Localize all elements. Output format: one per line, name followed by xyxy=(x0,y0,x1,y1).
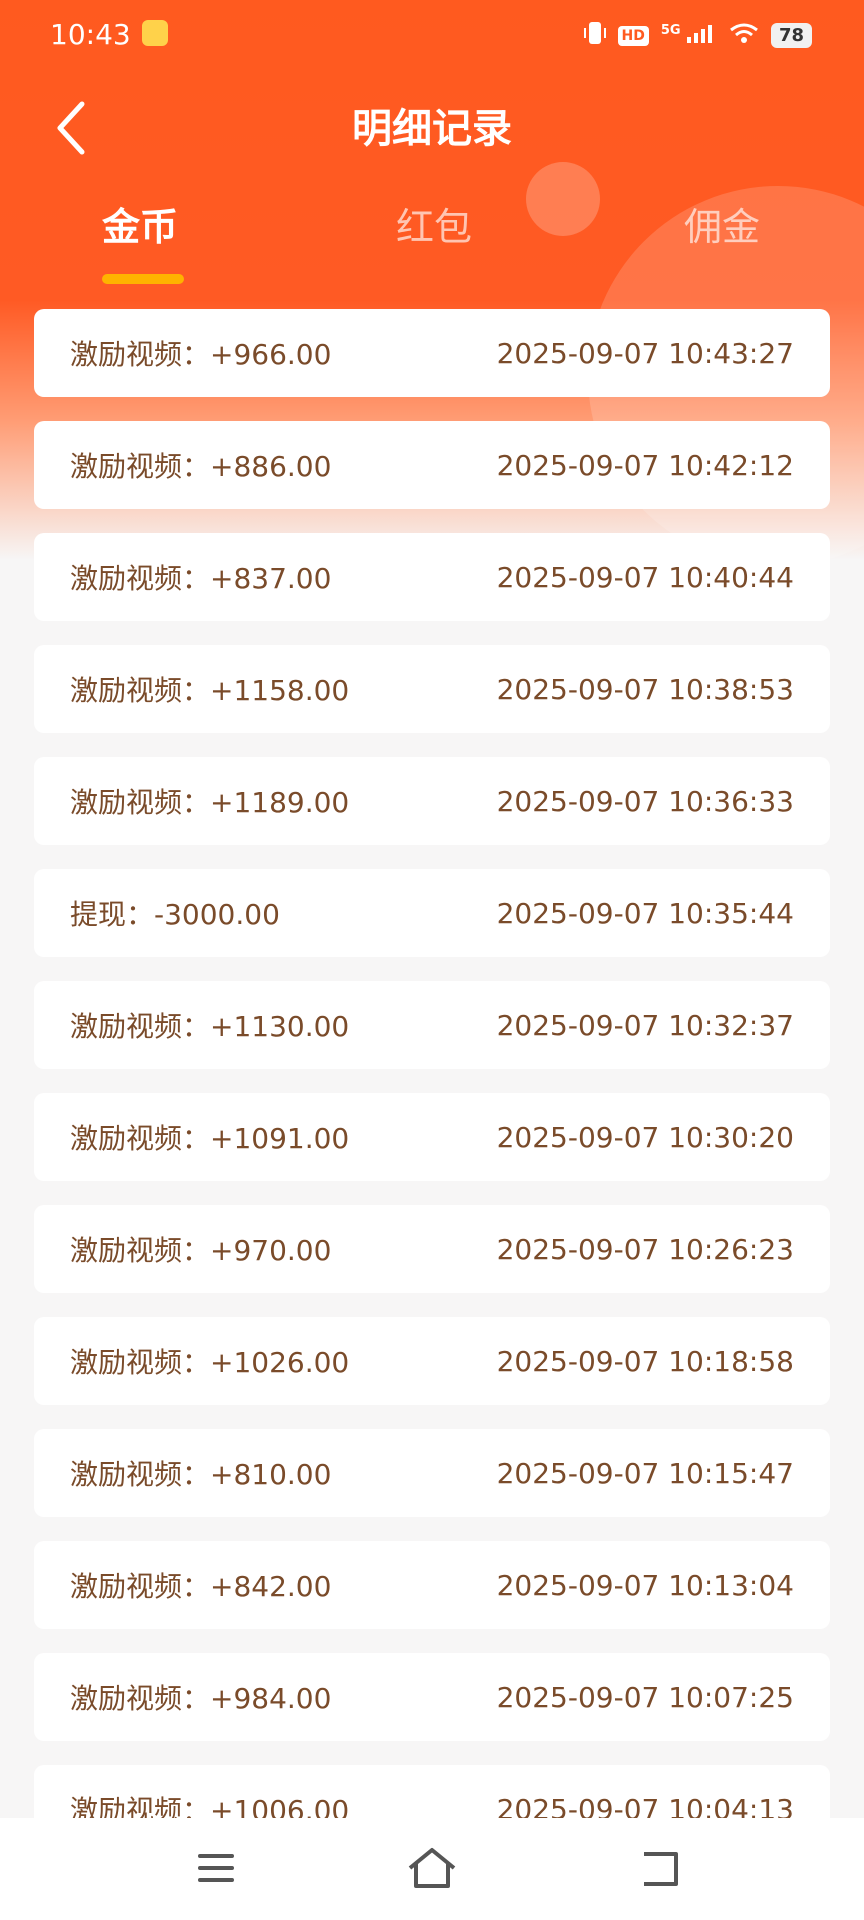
record-label: 激励视频：+1091.00 xyxy=(70,1122,350,1155)
record-label: 激励视频：+970.00 xyxy=(70,1234,332,1267)
record-time: 2025-09-07 10:26:23 xyxy=(496,1232,794,1266)
record-row: 激励视频：+842.00 2025-09-07 10:13:04 xyxy=(34,1541,830,1629)
active-tab-indicator xyxy=(102,274,184,284)
vibrate-icon xyxy=(583,20,606,51)
record-label: 激励视频：+1026.00 xyxy=(70,1346,350,1379)
status-bar: 10:43 HD 5G 78 xyxy=(0,0,864,70)
tab-bar: 金币 红包 佣金 xyxy=(0,196,864,286)
hd-icon: HD xyxy=(617,25,649,46)
return-icon xyxy=(644,1852,678,1886)
record-row: 激励视频：+984.00 2025-09-07 10:07:25 xyxy=(34,1653,830,1741)
record-row: 激励视频：+837.00 2025-09-07 10:40:44 xyxy=(34,533,830,621)
record-label: 激励视频：+842.00 xyxy=(70,1570,332,1603)
record-label: 激励视频：+1158.00 xyxy=(70,674,350,707)
record-row: 激励视频：+1091.00 2025-09-07 10:30:20 xyxy=(34,1093,830,1181)
record-time: 2025-09-07 10:13:04 xyxy=(496,1568,794,1602)
record-time: 2025-09-07 10:15:47 xyxy=(496,1456,794,1490)
record-time: 2025-09-07 10:07:25 xyxy=(496,1680,794,1714)
record-row: 激励视频：+1026.00 2025-09-07 10:18:58 xyxy=(34,1317,830,1405)
top-bar: 明细记录 xyxy=(0,80,864,160)
record-time: 2025-09-07 10:35:44 xyxy=(496,896,794,930)
record-time: 2025-09-07 10:36:33 xyxy=(496,784,794,818)
back-nav-button[interactable] xyxy=(630,1844,690,1894)
record-time: 2025-09-07 10:18:58 xyxy=(496,1344,794,1378)
record-label: 激励视频：+966.00 xyxy=(70,338,332,371)
record-label: 激励视频：+810.00 xyxy=(70,1458,332,1491)
record-time: 2025-09-07 10:32:37 xyxy=(496,1008,794,1042)
home-icon xyxy=(408,1848,456,1888)
record-time: 2025-09-07 10:38:53 xyxy=(496,672,794,706)
notification-app-icon xyxy=(142,20,168,46)
record-label: 激励视频：+837.00 xyxy=(70,562,332,595)
record-row: 激励视频：+1189.00 2025-09-07 10:36:33 xyxy=(34,757,830,845)
record-row: 激励视频：+966.00 2025-09-07 10:43:27 xyxy=(34,309,830,397)
record-time: 2025-09-07 10:30:20 xyxy=(496,1120,794,1154)
record-row: 激励视频：+810.00 2025-09-07 10:15:47 xyxy=(34,1429,830,1517)
status-icons: HD 5G 78 xyxy=(583,20,812,51)
network-type: 5G xyxy=(660,23,681,38)
battery-level: 78 xyxy=(770,23,812,48)
record-list: 激励视频：+966.00 2025-09-07 10:43:27 激励视频：+8… xyxy=(34,309,830,1877)
record-time: 2025-09-07 10:42:12 xyxy=(496,448,794,482)
home-button[interactable] xyxy=(402,1844,462,1894)
record-row: 激励视频：+970.00 2025-09-07 10:26:23 xyxy=(34,1205,830,1293)
signal-icon: 5G xyxy=(661,23,717,48)
record-row: 激励视频：+1130.00 2025-09-07 10:32:37 xyxy=(34,981,830,1069)
record-label: 提现：-3000.00 xyxy=(70,898,280,931)
record-label: 激励视频：+886.00 xyxy=(70,450,332,483)
record-time: 2025-09-07 10:40:44 xyxy=(496,560,794,594)
record-row: 激励视频：+886.00 2025-09-07 10:42:12 xyxy=(34,421,830,509)
record-row: 提现：-3000.00 2025-09-07 10:35:44 xyxy=(34,869,830,957)
menu-icon xyxy=(198,1854,234,1882)
menu-button[interactable] xyxy=(186,1844,246,1894)
record-label: 激励视频：+1189.00 xyxy=(70,786,350,819)
record-time: 2025-09-07 10:43:27 xyxy=(496,336,794,370)
system-navigation-bar xyxy=(0,1818,864,1920)
record-row: 激励视频：+1158.00 2025-09-07 10:38:53 xyxy=(34,645,830,733)
record-label: 激励视频：+984.00 xyxy=(70,1682,332,1715)
tab-gold-coins[interactable]: 金币 xyxy=(102,196,178,251)
wifi-icon xyxy=(729,22,759,49)
record-label: 激励视频：+1130.00 xyxy=(70,1010,350,1043)
tab-commission[interactable]: 佣金 xyxy=(684,196,760,251)
tab-red-packet[interactable]: 红包 xyxy=(396,196,472,251)
page-title: 明细记录 xyxy=(352,106,512,152)
status-time: 10:43 xyxy=(50,18,131,51)
